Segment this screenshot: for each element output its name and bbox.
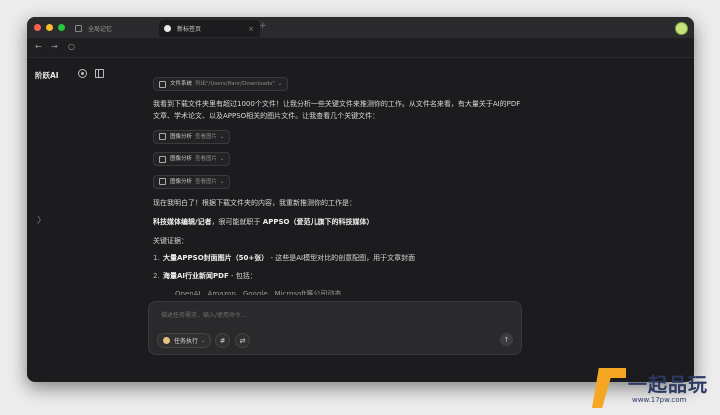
close-window-button[interactable] (34, 24, 41, 31)
chip-detail: 查看图片 (195, 156, 218, 162)
sidebar-panel-icon[interactable] (95, 69, 104, 78)
tab-bar: 全局记忆 新标签页 × + (27, 17, 694, 38)
minimize-window-button[interactable] (46, 24, 53, 31)
list-number: 1. (153, 254, 160, 262)
role-company: APPSO（爱范儿旗下的科技媒体） (262, 218, 374, 226)
new-tab-button[interactable]: + (259, 21, 267, 31)
forward-arrow-icon[interactable]: → (51, 42, 58, 51)
image-analysis-chip[interactable]: 图像分析 查看图片 ⌄ (153, 129, 231, 144)
role-mid: ，很可能就职于 (211, 218, 263, 226)
mode-icon (163, 337, 170, 344)
mode-label: 任务执行 (174, 338, 199, 345)
tab-new-tab[interactable]: 新标签页 × (159, 20, 260, 37)
evidence-bold: 海量AI行业新闻PDF (163, 272, 229, 280)
tab-label: 全局记忆 (88, 26, 113, 33)
filesystem-tool-chip[interactable]: 文件系统 列出"/Users/lfanr/Downloads" ⌄ (153, 77, 289, 91)
image-icon (159, 178, 166, 185)
list-item: 1. 大量APPSO封面图片（50+张） - 这些是AI模型对比的创意配图，用于… (153, 252, 523, 264)
assistant-intro: 我看到下载文件夹里有超过1000个文件！让我分析一些关键文件来推测你的工作。从文… (153, 99, 521, 120)
close-tab-icon[interactable]: × (248, 25, 254, 33)
chip-detail: 列出"/Users/lfanr/Downloads" (195, 81, 275, 87)
chevron-down-icon: ⌄ (220, 133, 225, 140)
image-icon (159, 155, 166, 163)
list-number: 2. (153, 272, 160, 280)
brand-title: 阶跃AI (35, 71, 59, 80)
evidence-bold: 大量APPSO封面图片（50+张） (163, 254, 269, 262)
chevron-down-icon: ⌄ (201, 337, 206, 344)
tools-button[interactable]: ⇄ (235, 333, 250, 348)
list-item: 2. 海量AI行业新闻PDF - 包括： (153, 270, 523, 282)
tab-label: 新标签页 (177, 26, 202, 33)
image-analysis-chip[interactable]: 图像分析 查看图片 ⌄ (153, 174, 231, 189)
folder-icon (159, 80, 166, 88)
chip-detail: 查看图片 (195, 178, 218, 185)
task-mode-dropdown[interactable]: 任务执行 ⌄ (157, 333, 212, 348)
evidence-rest: - 包括： (228, 272, 257, 280)
role-statement: 科技媒体编辑/记者，很可能就职于 APPSO（爱范儿旗下的科技媒体） (153, 216, 523, 228)
watermark-url: www.17pw.com (632, 396, 687, 404)
task-input[interactable] (159, 308, 503, 322)
chevron-down-icon: ⌄ (277, 81, 283, 87)
evidence-list: 1. 大量APPSO封面图片（50+张） - 这些是AI模型对比的创意配图，用于… (153, 252, 523, 282)
browser-logo-icon (164, 25, 171, 32)
assistant-conclusion: 现在我明白了！根据下载文件夹的内容，我重新推测你的工作是： (153, 199, 356, 207)
window-controls (34, 24, 65, 31)
role-bold: 科技媒体编辑/记者 (153, 218, 212, 226)
chat-transcript: 文件系统 列出"/Users/lfanr/Downloads" ⌄ 我看到下载文… (153, 77, 523, 295)
cut-off-line: OpenAI、Amazon、Google、Microsoft等公司动态 (175, 290, 342, 295)
composer: 任务执行 ⌄ # ⇄ ↑ (148, 301, 522, 355)
chevron-down-icon: ⌄ (220, 178, 225, 185)
tab-global-memory[interactable]: 全局记忆 (71, 20, 165, 37)
evidence-rest: - 这些是AI模型对比的创意配图，用于文章封面 (268, 254, 416, 262)
sidebar: 阶跃AI 〉 (27, 57, 104, 382)
watermark-mark-icon (592, 368, 626, 408)
image-analysis-chip[interactable]: 图像分析 查看图片 ⌄ (153, 152, 231, 166)
evidence-title: 关键证据： (153, 237, 188, 245)
chip-detail: 查看图片 (195, 133, 218, 140)
navigation-bar: ← → ○ (27, 38, 694, 58)
chevron-down-icon: ⌄ (220, 156, 225, 162)
chip-label: 图像分析 (170, 156, 193, 162)
send-button[interactable]: ↑ (500, 333, 513, 346)
chip-label: 文件系统 (170, 81, 193, 87)
new-chat-icon[interactable] (78, 69, 87, 78)
hash-button[interactable]: # (215, 333, 230, 348)
back-arrow-icon[interactable]: ← (35, 42, 42, 51)
page-icon (75, 25, 82, 32)
reload-icon[interactable]: ○ (68, 42, 75, 51)
watermark-text: 一起品玩 (628, 374, 709, 396)
image-icon (159, 133, 166, 140)
zoom-window-button[interactable] (58, 24, 65, 31)
chip-label: 图像分析 (170, 133, 193, 140)
profile-avatar[interactable] (675, 22, 688, 35)
watermark-logo: 一起品玩 www.17pw.com (592, 368, 717, 410)
chip-label: 图像分析 (170, 178, 193, 185)
expand-chevron-icon[interactable]: 〉 (37, 213, 46, 226)
